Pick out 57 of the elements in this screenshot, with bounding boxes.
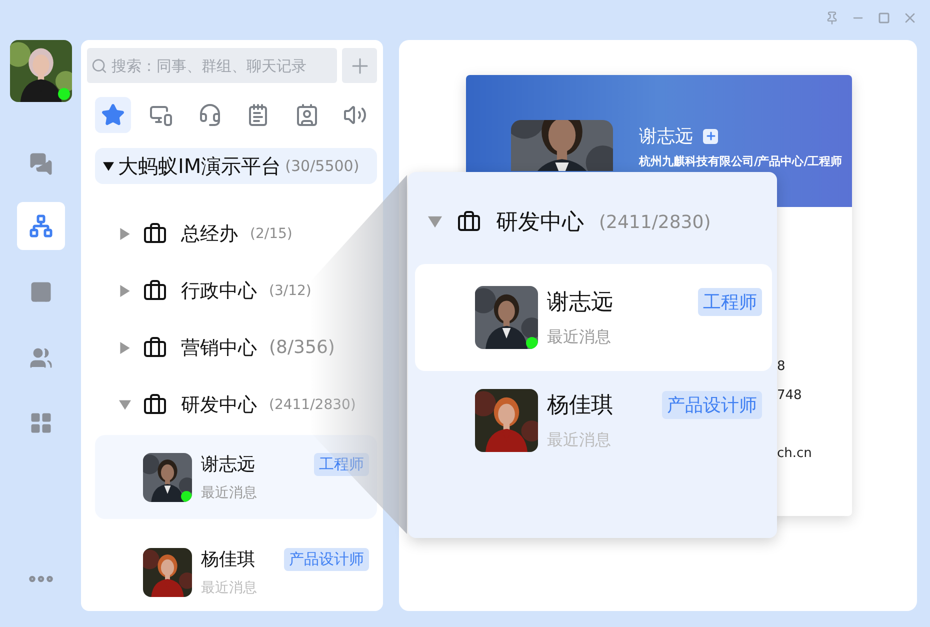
devices-icon bbox=[149, 103, 174, 127]
speaker-icon bbox=[342, 103, 367, 127]
member-row[interactable]: 谢志远 工程师 最近消息 bbox=[95, 435, 377, 519]
org-name: 大蚂蚁IM演示平台 bbox=[118, 152, 282, 180]
member-row[interactable]: 杨佳琪 产品设计师 最近消息 bbox=[95, 537, 377, 607]
briefcase-icon bbox=[143, 336, 167, 360]
caret-icon[interactable] bbox=[103, 160, 114, 172]
profile-detail: 8 bbox=[777, 359, 786, 376]
org-count: (30/5500) bbox=[285, 157, 360, 175]
chat-icon bbox=[28, 152, 52, 176]
member-name: 杨佳琪 bbox=[547, 392, 613, 420]
profile-path: 杭州九麒科技有限公司/产品中心/工程师 bbox=[639, 154, 842, 169]
pin-icon[interactable] bbox=[825, 11, 839, 25]
department-name: 研发中心 bbox=[496, 209, 584, 237]
briefcase-icon bbox=[143, 222, 167, 246]
profile-detail: ch.cn bbox=[777, 446, 813, 463]
member-name: 杨佳琪 bbox=[201, 548, 255, 571]
add-icon[interactable] bbox=[703, 128, 718, 144]
search-icon bbox=[91, 56, 108, 74]
department-name: 总经办 bbox=[181, 222, 238, 246]
star-icon bbox=[101, 103, 125, 127]
tab[interactable] bbox=[95, 97, 131, 133]
people-icon bbox=[28, 346, 52, 370]
briefcase-icon bbox=[143, 278, 167, 302]
department-name: 营销中心 bbox=[181, 336, 257, 360]
profile-detail: 748 bbox=[777, 388, 803, 405]
briefcase-icon bbox=[457, 210, 481, 234]
search-field[interactable]: 搜索：同事、群组、聊天记录 bbox=[87, 48, 337, 83]
nav-button[interactable] bbox=[16, 202, 64, 250]
department-count: (3/12) bbox=[269, 282, 312, 298]
member-row[interactable]: 杨佳琪 产品设计师 最近消息 bbox=[415, 381, 772, 459]
last-message: 最近消息 bbox=[547, 327, 612, 348]
last-message: 最近消息 bbox=[201, 579, 258, 597]
last-message: 最近消息 bbox=[201, 484, 258, 502]
contact-icon bbox=[294, 103, 319, 127]
role-tag: 产品设计师 bbox=[284, 548, 369, 570]
headset-icon bbox=[198, 103, 222, 127]
member-row[interactable]: 谢志远 工程师 最近消息 bbox=[415, 264, 772, 371]
add-button[interactable] bbox=[342, 48, 377, 83]
user-avatar[interactable] bbox=[10, 40, 72, 102]
last-message: 最近消息 bbox=[547, 430, 612, 450]
department-count: (2/15) bbox=[250, 226, 292, 242]
role-tag: 工程师 bbox=[698, 288, 762, 316]
org-row[interactable]: 大蚂蚁IM演示平台 (30/5500) bbox=[95, 148, 377, 184]
apps-icon bbox=[28, 411, 52, 435]
maximize-icon[interactable] bbox=[878, 12, 890, 24]
department-count: (2411/2830) bbox=[599, 212, 711, 232]
department-count: (2411/2830) bbox=[269, 396, 356, 412]
department-name: 研发中心 bbox=[181, 392, 257, 418]
department-count: (8/356) bbox=[269, 337, 335, 358]
member-name: 谢志远 bbox=[201, 453, 255, 476]
department-name: 行政中心 bbox=[181, 278, 257, 304]
profile-name: 谢志远 bbox=[639, 125, 693, 148]
role-tag: 产品设计师 bbox=[662, 390, 762, 418]
member-name: 谢志远 bbox=[547, 289, 613, 317]
briefcase-icon bbox=[143, 392, 167, 416]
org-chart-icon bbox=[28, 214, 52, 238]
